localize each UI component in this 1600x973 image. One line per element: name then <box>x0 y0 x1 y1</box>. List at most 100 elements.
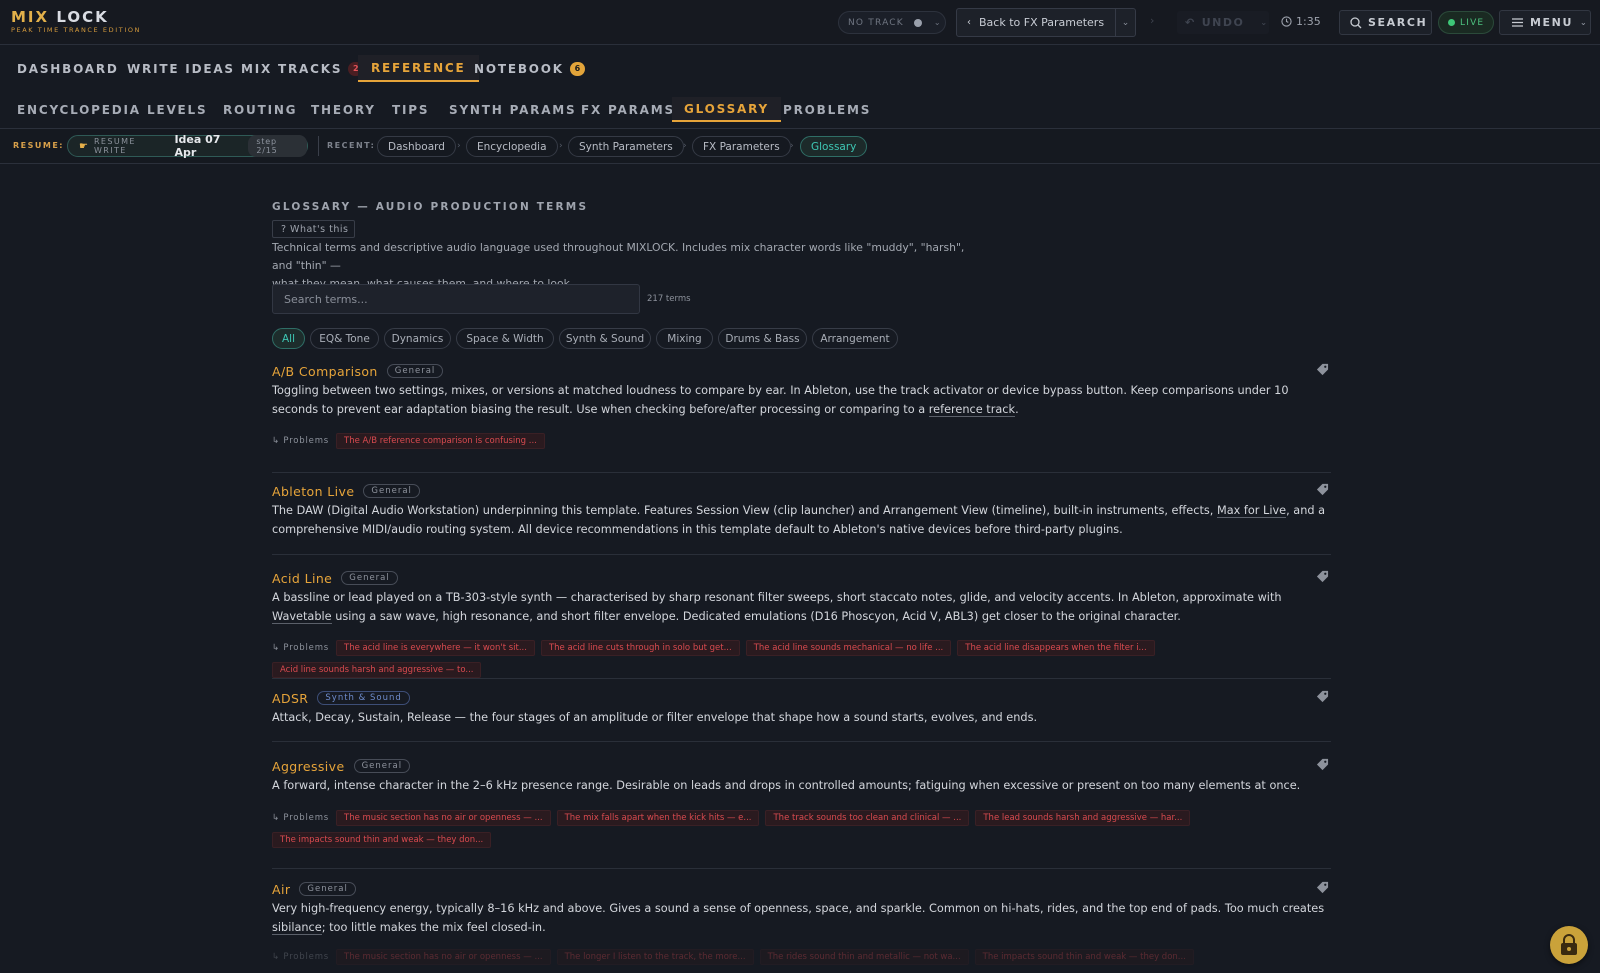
problem-link[interactable]: The longer I listen to the track, the mo… <box>556 949 754 965</box>
tab-notebook[interactable]: NOTEBOOK 6 <box>474 55 585 82</box>
subtab-synth-params[interactable]: SYNTH PARAMS <box>449 97 576 122</box>
subtab-levels[interactable]: LEVELS <box>147 97 207 122</box>
problem-link[interactable]: The acid line disappears when the filter… <box>957 640 1155 656</box>
timer-value: 1:35 <box>1296 15 1321 28</box>
tag-icon[interactable] <box>1316 363 1329 376</box>
glossary-search-input[interactable] <box>272 284 640 314</box>
problem-link[interactable]: The impacts sound thin and weak — they d… <box>974 949 1194 965</box>
resume-write-button[interactable]: ☛ RESUME WRITE Idea 07 Apr step 2/15 <box>67 133 308 159</box>
forward-icon[interactable]: › <box>1150 14 1154 27</box>
term-title[interactable]: Ableton Live <box>272 484 354 499</box>
entry-divider <box>272 741 1331 742</box>
chevron-down-icon: ⌄ <box>1580 18 1589 27</box>
desc-text: A bassline or lead played on a TB-303-st… <box>272 591 1282 604</box>
term-title[interactable]: A/B Comparison <box>272 364 378 379</box>
problem-link[interactable]: The acid line is everywhere — it won't s… <box>336 640 535 656</box>
problem-link[interactable]: The impacts sound thin and weak — they d… <box>272 831 492 848</box>
subtab-encyclopedia[interactable]: ENCYCLOPEDIA <box>17 97 141 122</box>
term-title[interactable]: Acid Line <box>272 571 332 586</box>
search-button[interactable]: SEARCH <box>1339 10 1432 35</box>
subtab-label: PROBLEMS <box>783 102 872 117</box>
desc-text: using a saw wave, high resonance, and sh… <box>331 609 1181 623</box>
problem-link[interactable]: Acid line sounds harsh and aggressive — … <box>272 662 482 678</box>
app-logo[interactable]: MIX LOCK PEAK TIME TRANCE EDITION <box>11 8 141 34</box>
subtab-glossary[interactable]: GLOSSARY <box>672 97 781 122</box>
term-count: 217 terms <box>647 294 691 304</box>
lock-button[interactable] <box>1550 926 1588 964</box>
tab-write-ideas[interactable]: WRITE IDEAS <box>127 55 235 82</box>
problem-link[interactable]: The lead sounds harsh and aggressive — h… <box>975 809 1191 826</box>
subtab-label: GLOSSARY <box>684 101 769 116</box>
tab-reference[interactable]: REFERENCE <box>358 55 479 82</box>
term-description: A bassline or lead played on a TB-303-st… <box>272 589 1331 626</box>
clock-icon <box>1281 16 1292 27</box>
recent-crumb-synth-parameters[interactable]: Synth Parameters <box>568 136 684 157</box>
subtab-fx-params[interactable]: FX PARAMS <box>581 97 675 122</box>
filter-drums-bass[interactable]: Drums & Bass <box>718 328 807 349</box>
tag-icon[interactable] <box>1316 881 1329 894</box>
recent-crumb-glossary[interactable]: Glossary <box>800 136 868 157</box>
chevron-down-icon: ⌄ <box>1260 18 1269 27</box>
no-track-selector[interactable]: NO TRACK ⌄ <box>838 11 946 34</box>
crumb-label: Encyclopedia <box>477 140 547 153</box>
problem-link[interactable]: The acid line cuts through in solo but g… <box>540 640 740 656</box>
desc-text: Toggling between two settings, mixes, or… <box>272 384 1289 416</box>
problem-link[interactable]: The music section has no air or openness… <box>336 949 551 965</box>
problem-link[interactable]: The acid line sounds mechanical — no lif… <box>745 640 952 656</box>
glossary-entry-air: Air General Very high-frequency energy, … <box>272 880 1331 965</box>
filter-arrangement[interactable]: Arrangement <box>812 328 898 349</box>
term-title[interactable]: Aggressive <box>272 759 345 774</box>
cross-reference-link[interactable]: reference track <box>928 402 1016 417</box>
cross-reference-link[interactable]: Max for Live <box>1216 504 1287 518</box>
chevron-left-icon: ‹ <box>967 17 971 28</box>
subtab-routing[interactable]: ROUTING <box>223 97 297 122</box>
cross-reference-link[interactable]: sibilance <box>272 920 322 935</box>
undo-button[interactable]: ↶ UNDO ⌄ <box>1177 11 1269 34</box>
back-to-fx-button[interactable]: ‹ Back to FX Parameters <box>957 16 1115 29</box>
recent-crumb-fx-parameters[interactable]: FX Parameters <box>692 136 791 157</box>
lock-icon <box>1561 934 1577 955</box>
term-title[interactable]: Air <box>272 882 290 897</box>
page-title: GLOSSARY — AUDIO PRODUCTION TERMS <box>272 201 589 213</box>
tab-mix-tracks[interactable]: MIX TRACKS 2 <box>241 55 364 82</box>
intro-line-1: Technical terms and descriptive audio la… <box>272 241 965 272</box>
filter-synth-sound[interactable]: Synth & Sound <box>559 328 651 349</box>
logo-lock: LOCK <box>56 8 109 26</box>
cross-reference-link[interactable]: Wavetable <box>272 609 332 624</box>
glossary-entry-ableton-live: Ableton Live General The DAW (Digital Au… <box>272 482 1331 539</box>
subtab-problems[interactable]: PROBLEMS <box>783 97 871 122</box>
problem-link[interactable]: The A/B reference comparison is confusin… <box>336 433 545 449</box>
recent-crumb-dashboard[interactable]: Dashboard <box>377 136 456 157</box>
problem-link[interactable]: The track sounds too clean and clinical … <box>765 809 970 826</box>
problems-label: ↳ Problems <box>272 643 330 653</box>
subtab-label: TIPS <box>392 102 430 117</box>
desc-text: ; too little makes the mix feel closed-i… <box>321 920 546 934</box>
tag-icon[interactable] <box>1316 758 1329 771</box>
tag-icon[interactable] <box>1316 483 1329 496</box>
tab-dashboard[interactable]: DASHBOARD <box>17 55 119 82</box>
problem-link[interactable]: The music section has no air or openness… <box>336 809 551 826</box>
problem-link[interactable]: The mix falls apart when the kick hits —… <box>556 809 760 826</box>
tag-icon[interactable] <box>1316 690 1329 703</box>
back-history-dropdown[interactable]: ⌄ <box>1115 9 1135 36</box>
tag-icon[interactable] <box>1316 570 1329 583</box>
subtab-tips[interactable]: TIPS <box>392 97 429 122</box>
search-label: SEARCH <box>1368 16 1428 29</box>
filter-space-width[interactable]: Space & Width <box>456 328 554 349</box>
desc-text: . <box>1015 402 1019 416</box>
filter-all[interactable]: All <box>272 328 305 349</box>
subtab-theory[interactable]: THEORY <box>311 97 376 122</box>
live-toggle[interactable]: LIVE <box>1438 11 1494 34</box>
whats-this-button[interactable]: ? What's this <box>272 220 355 238</box>
recent-crumb-encyclopedia[interactable]: Encyclopedia <box>466 136 558 157</box>
menu-button[interactable]: MENU ⌄ <box>1499 10 1591 35</box>
desc-text: Attack, Decay, Sustain, Release — the fo… <box>272 711 1038 724</box>
tab-label: REFERENCE <box>371 60 466 75</box>
filter-mixing[interactable]: Mixing <box>656 328 713 349</box>
problem-link[interactable]: The rides sound thin and metallic — not … <box>759 949 969 965</box>
term-title[interactable]: ADSR <box>272 691 308 706</box>
logo-subtitle: PEAK TIME TRANCE EDITION <box>11 26 142 34</box>
filter-dynamics[interactable]: Dynamics <box>384 328 451 349</box>
filter-eq-tone[interactable]: EQ& Tone <box>310 328 379 349</box>
chevron-down-icon: ⌄ <box>1121 17 1130 28</box>
